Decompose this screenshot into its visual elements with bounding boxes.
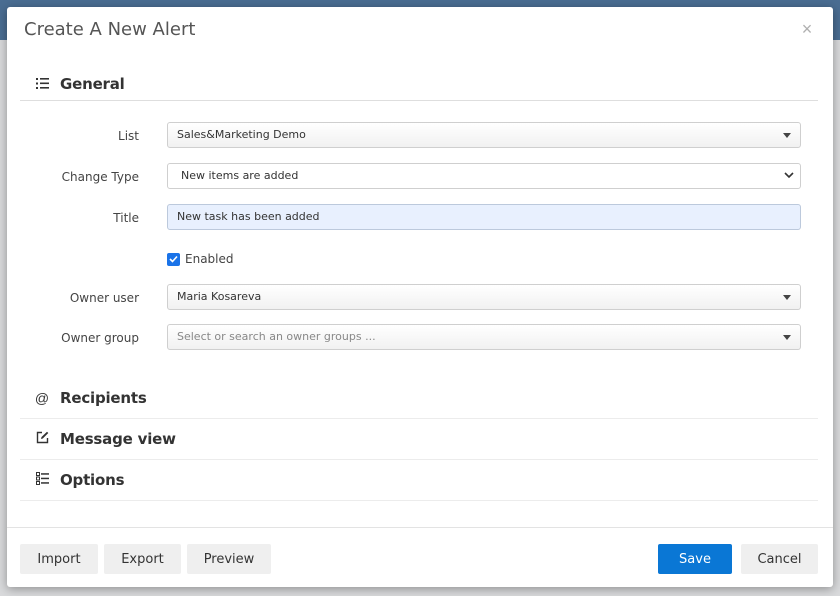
- section-message-view: Message view: [20, 419, 818, 460]
- preview-button[interactable]: Preview: [187, 544, 271, 574]
- title-label: Title: [113, 211, 139, 225]
- title-input-value: New task has been added: [177, 210, 320, 223]
- close-icon: ×: [801, 19, 813, 39]
- change-type-value: New items are added: [181, 169, 299, 182]
- at-icon: @: [34, 390, 50, 406]
- dialog-title: Create A New Alert: [24, 19, 196, 40]
- owner-group-label: Owner group: [61, 331, 139, 345]
- section-recipients-header[interactable]: @ Recipients: [20, 378, 818, 418]
- section-general: General List Sales&Marketing Demo Change…: [20, 69, 818, 379]
- list-icon: [34, 77, 50, 93]
- change-type-select[interactable]: New items are added: [167, 163, 801, 189]
- enabled-checkbox[interactable]: [167, 253, 180, 266]
- cancel-button[interactable]: Cancel: [741, 544, 818, 574]
- section-options-header[interactable]: Options: [20, 460, 818, 500]
- section-general-title: General: [60, 75, 125, 93]
- section-options: Options: [20, 460, 818, 501]
- import-button[interactable]: Import: [20, 544, 98, 574]
- create-alert-dialog: Create A New Alert × General List Sales&…: [7, 7, 833, 587]
- dialog-header: Create A New Alert ×: [7, 7, 833, 53]
- export-button[interactable]: Export: [104, 544, 181, 574]
- owner-user-value: Maria Kosareva: [177, 290, 262, 303]
- list-select-value: Sales&Marketing Demo: [177, 128, 306, 141]
- save-button[interactable]: Save: [658, 544, 732, 574]
- chevron-down-icon: [782, 164, 796, 188]
- dialog-footer: Import Export Preview Save Cancel: [7, 527, 833, 588]
- owner-group-select[interactable]: Select or search an owner groups ...: [167, 324, 801, 350]
- list-label: List: [118, 129, 139, 143]
- edit-icon: [34, 431, 50, 447]
- caret-down-icon: [783, 133, 791, 138]
- close-button[interactable]: ×: [799, 19, 815, 39]
- owner-user-select[interactable]: Maria Kosareva: [167, 284, 801, 310]
- section-message-view-header[interactable]: Message view: [20, 419, 818, 459]
- owner-user-label: Owner user: [69, 291, 139, 305]
- caret-down-icon: [783, 335, 791, 340]
- change-type-label: Change Type: [61, 170, 139, 184]
- caret-down-icon: [783, 295, 791, 300]
- checklist-icon: [34, 472, 50, 488]
- list-select[interactable]: Sales&Marketing Demo: [167, 122, 801, 148]
- section-recipients-title: Recipients: [60, 389, 147, 407]
- title-input[interactable]: New task has been added: [167, 204, 801, 230]
- enabled-label: Enabled: [185, 252, 234, 266]
- section-options-title: Options: [60, 471, 125, 489]
- section-recipients: @ Recipients: [20, 378, 818, 419]
- owner-group-placeholder: Select or search an owner groups ...: [177, 330, 376, 343]
- section-message-view-title: Message view: [60, 430, 176, 448]
- section-general-header[interactable]: General: [20, 69, 818, 101]
